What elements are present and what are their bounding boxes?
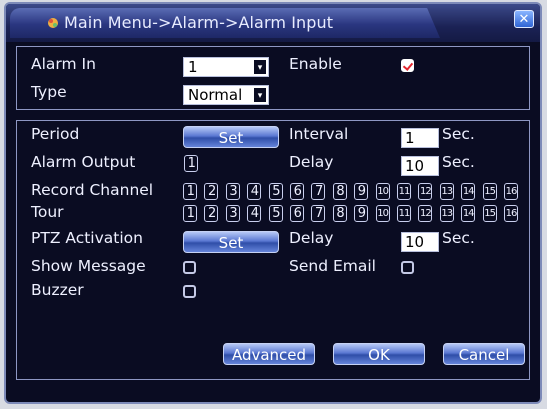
- tour-channel-5[interactable]: 5: [268, 205, 283, 222]
- delay-input[interactable]: 10: [401, 156, 439, 176]
- tour-channel-grid: 1 2 3 4 5 6 7 8 9 10 11 12 13 14 15 16: [183, 205, 527, 223]
- send-email-label: Send Email: [289, 257, 376, 275]
- tour-channel-8[interactable]: 8: [332, 205, 347, 222]
- ptz-delay-input[interactable]: 10: [401, 232, 439, 252]
- record-channel-7[interactable]: 7: [311, 183, 326, 200]
- tour-channel-16[interactable]: 16: [504, 205, 518, 222]
- interval-label: Interval: [289, 125, 349, 143]
- tour-channel-2[interactable]: 2: [204, 205, 219, 222]
- alarm-in-label: Alarm In: [31, 55, 96, 73]
- record-channel-16[interactable]: 16: [504, 183, 518, 200]
- show-message-checkbox[interactable]: [183, 261, 196, 274]
- record-channel-6[interactable]: 6: [290, 183, 304, 200]
- type-select[interactable]: Normal ▾: [183, 85, 269, 105]
- alarm-settings-panel: Period Set Interval 1 Sec. Alarm Output …: [16, 120, 530, 380]
- ptz-set-button[interactable]: Set: [183, 231, 279, 253]
- type-label: Type: [31, 83, 67, 101]
- delay-unit: Sec.: [442, 153, 475, 171]
- record-channel-2[interactable]: 2: [204, 183, 219, 200]
- chevron-down-icon: ▾: [253, 87, 267, 103]
- ptz-activation-label: PTZ Activation: [31, 229, 143, 247]
- enable-label: Enable: [289, 55, 342, 73]
- close-button[interactable]: ✕: [514, 10, 534, 28]
- interval-unit: Sec.: [442, 125, 475, 143]
- tour-channel-1[interactable]: 1: [183, 205, 197, 222]
- tour-channel-14[interactable]: 14: [461, 205, 476, 222]
- content-area: Alarm In 1 ▾ Enable Type Normal ▾ Period…: [16, 44, 530, 380]
- alarm-output-label: Alarm Output: [31, 153, 136, 171]
- chevron-down-icon: ▾: [253, 59, 267, 75]
- tour-label: Tour: [31, 203, 64, 221]
- tour-channel-11[interactable]: 11: [397, 205, 411, 222]
- show-message-label: Show Message: [31, 257, 146, 275]
- record-channel-grid: 1 2 3 4 5 6 7 8 9 10 11 12 13 14 15 16: [183, 183, 527, 201]
- tour-channel-3[interactable]: 3: [225, 205, 240, 222]
- record-channel-8[interactable]: 8: [332, 183, 347, 200]
- cancel-button[interactable]: Cancel: [443, 343, 525, 365]
- tour-channel-13[interactable]: 13: [439, 205, 454, 222]
- record-channel-11[interactable]: 11: [397, 183, 411, 200]
- tour-channel-4[interactable]: 4: [247, 205, 262, 222]
- period-label: Period: [31, 125, 80, 143]
- period-set-button[interactable]: Set: [183, 126, 279, 148]
- window-title: Main Menu->Alarm->Alarm Input: [64, 13, 334, 32]
- ptz-delay-unit: Sec.: [442, 229, 475, 247]
- buzzer-label: Buzzer: [31, 281, 84, 299]
- delay-label: Delay: [289, 153, 334, 171]
- buzzer-checkbox[interactable]: [183, 285, 196, 298]
- title-bar: Main Menu->Alarm->Alarm Input ✕: [6, 4, 540, 42]
- interval-input[interactable]: 1: [401, 128, 439, 148]
- type-value: Normal: [188, 86, 243, 104]
- record-channel-14[interactable]: 14: [461, 183, 476, 200]
- record-channel-3[interactable]: 3: [225, 183, 240, 200]
- record-channel-1[interactable]: 1: [183, 183, 197, 200]
- record-channel-13[interactable]: 13: [439, 183, 454, 200]
- send-email-checkbox[interactable]: [401, 261, 414, 274]
- record-channel-15[interactable]: 15: [482, 183, 497, 200]
- record-channel-12[interactable]: 12: [418, 183, 433, 200]
- enable-checkbox[interactable]: [401, 59, 414, 72]
- alarm-in-select[interactable]: 1 ▾: [183, 57, 269, 77]
- tour-channel-7[interactable]: 7: [311, 205, 326, 222]
- tour-channel-15[interactable]: 15: [482, 205, 497, 222]
- alarm-input-window: Main Menu->Alarm->Alarm Input ✕ Alarm In…: [4, 2, 542, 404]
- record-channel-4[interactable]: 4: [247, 183, 262, 200]
- alarm-in-value: 1: [188, 58, 198, 76]
- alarm-selection-panel: Alarm In 1 ▾ Enable Type Normal ▾: [16, 46, 530, 110]
- tour-channel-10[interactable]: 10: [375, 205, 390, 222]
- tour-channel-6[interactable]: 6: [290, 205, 304, 222]
- alarm-output-channel-1[interactable]: 1: [184, 155, 198, 172]
- record-channel-5[interactable]: 5: [268, 183, 283, 200]
- tour-channel-9[interactable]: 9: [354, 205, 369, 222]
- record-channel-9[interactable]: 9: [354, 183, 369, 200]
- record-channel-10[interactable]: 10: [375, 183, 390, 200]
- ok-button[interactable]: OK: [333, 343, 425, 365]
- ptz-delay-label: Delay: [289, 229, 334, 247]
- tour-channel-12[interactable]: 12: [418, 205, 433, 222]
- advanced-button[interactable]: Advanced: [223, 343, 315, 365]
- record-channel-label: Record Channel: [31, 181, 154, 199]
- alarm-menu-icon: [48, 18, 58, 28]
